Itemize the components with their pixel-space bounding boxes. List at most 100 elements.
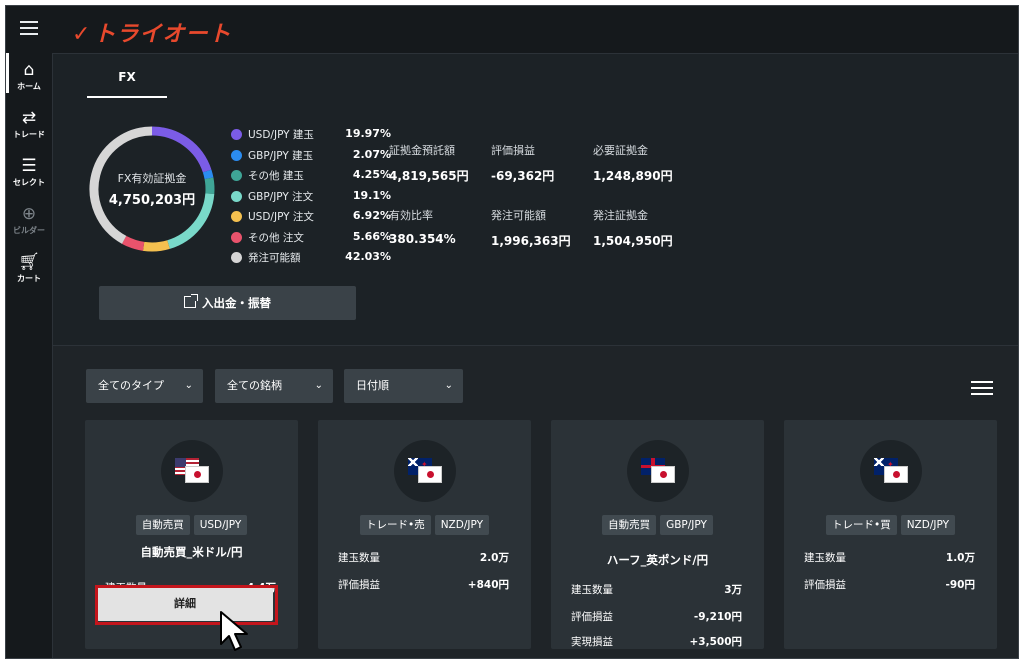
stat-value: 1,248,890円 [593,169,673,183]
stat-value: 380.354% [389,232,456,246]
currency-pair-tag: NZD/JPY [434,515,489,535]
chevron-down-icon: ⌄ [444,380,453,391]
sidebar-item-label: ビルダー [13,226,45,235]
stat-label: 有効比率 [389,209,433,222]
legend-item: GBP/JPY 建玉 2.07% [231,147,391,168]
list-view-icon[interactable] [971,381,993,395]
deposit-button-label: 入出金・振替 [202,296,271,310]
cart-icon: 🛒︎ [18,252,40,272]
strategy-card[interactable]: トレード•売NZD/JPY 建玉数量 2.0万 評価損益 +840円 [318,420,531,649]
stat-label: 証拠金預託額 [389,144,455,157]
row-key: 評価損益 [804,579,846,591]
sidebar-item-select[interactable]: ☰ セレクト [6,157,52,188]
top-bar: ✓トライオート [6,6,1018,54]
legend-item: その他 建玉 4.25% [231,167,391,188]
symbol-filter-select[interactable]: 全ての銘柄 ⌄ [215,369,333,403]
sort-value: 日付順 [356,379,389,392]
legend-name: GBP/JPY 注文 [248,190,314,203]
japan-flag-icon [651,466,675,483]
row-key: 実現損益 [571,636,613,648]
donut-segment [121,235,145,251]
legend-dot [231,252,242,263]
chevron-down-icon: ⌄ [314,380,323,391]
home-icon: ⌂ [23,60,35,80]
legend-item: USD/JPY 注文 6.92% [231,208,391,229]
legend-item: USD/JPY 建玉 19.97% [231,126,391,147]
stat-value: 4,819,565円 [389,169,469,183]
stat-label: 評価損益 [491,144,535,157]
legend-pct: 4.25% [352,168,391,181]
card-tags: トレード•買 NZD/JPY [784,515,997,535]
deposit-transfer-button[interactable]: 入出金・振替 [99,286,356,320]
card-tags: 自動売買 USD/JPY [85,515,298,535]
legend-name: USD/JPY 注文 [248,211,314,223]
legend-dot [231,211,242,222]
sidebar-item-label: セレクト [13,178,45,187]
type-filter-select[interactable]: 全てのタイプ ⌄ [86,369,203,403]
stat-value: -69,362円 [491,169,555,183]
legend-name: 発注可能額 [248,252,301,264]
card-tags: 自動売買 GBP/JPY [551,515,764,535]
card-tags: トレード•売 NZD/JPY [318,515,531,535]
currency-pair-flags [161,440,223,502]
legend-dot [231,170,242,181]
mouse-cursor-icon [220,611,248,651]
logo-text: トライオート [93,22,232,47]
app-logo[interactable]: ✓トライオート [72,16,231,48]
legend-dot [231,190,242,202]
trade-type-tag: 自動売買 [135,515,190,535]
stat-deposit: 証拠金預託額 4,819,565円 [389,142,499,184]
legend-item: GBP/JPY 注文 19.1% [231,188,391,209]
sidebar-item-trade[interactable]: ⇄ トレード [6,109,52,140]
legend-pct: 2.07% [352,147,391,161]
sidebar-item-cart[interactable]: 🛒︎ カート [6,253,52,284]
row-key: 建玉数量 [571,584,613,596]
plus-circle-icon: ⊕ [21,204,37,224]
currency-pair-tag: NZD/JPY [900,515,955,535]
stat-value: 1,996,363円 [491,234,571,248]
legend-name: GBP/JPY 建玉 [248,149,314,162]
japan-flag-icon [884,466,908,483]
sidebar: ⌂ ホーム ⇄ トレード ☰ セレクト ⊕ ビルダー 🛒︎ カート [6,53,53,658]
hamburger-menu-icon[interactable] [20,21,38,35]
sidebar-item-label: カート [17,274,41,283]
type-filter-value: 全てのタイプ [98,379,164,392]
tab-fx[interactable]: FX [87,70,167,98]
legend-dot [231,129,242,140]
row-key: 建玉数量 [804,552,846,564]
currency-pair-flags [394,440,456,502]
row-value: +840円 [467,579,509,591]
sidebar-item-home[interactable]: ⌂ ホーム [6,61,52,92]
strategy-card[interactable]: トレード•買NZD/JPY 建玉数量 1.0万 評価損益 -90円 [784,420,997,649]
legend-pct: 42.03% [345,250,391,263]
row-value: 2.0万 [479,552,509,564]
sidebar-item-builder[interactable]: ⊕ ビルダー [6,205,52,236]
legend-pct: 6.92% [352,209,391,222]
sort-select[interactable]: 日付順 ⌄ [344,369,463,403]
japan-flag-icon [418,466,442,483]
legend-name: その他 建玉 [248,170,304,182]
row-value: -90円 [945,579,975,591]
donut-label: FX有効証拠金 [117,172,187,185]
row-key: 評価損益 [571,611,613,623]
legend-pct: 19.97% [345,127,391,140]
stat-label: 必要証拠金 [593,144,648,157]
margin-donut-chart: FX有効証拠金 4,750,203円 [87,124,217,254]
sidebar-item-label: トレード [13,130,45,139]
stat-order-available: 発注可能額 1,996,363円 [491,207,601,249]
row-key: 評価損益 [338,579,380,591]
legend-pct: 5.66% [352,229,391,243]
symbol-filter-value: 全ての銘柄 [227,379,282,392]
stat-value: 1,504,950円 [593,234,673,248]
currency-pair-tag: USD/JPY [193,515,248,535]
japan-flag-icon [185,466,209,483]
app-window: ✓トライオート ⌂ ホーム ⇄ トレード ☰ セレクト ⊕ ビルダー 🛒︎ カー… [5,5,1019,659]
row-value: +3,500円 [689,636,742,648]
trade-type-tag: トレード•売 [360,515,431,535]
legend-item: その他 注文 5.66% [231,229,391,250]
strategy-card[interactable]: 自動売買 GBP/JPY ハーフ_英ポンド/円 建玉数量 3万 評価損益 -9,210… [551,420,764,649]
stat-unrealized-pl: 評価損益 -69,362円 [491,142,601,184]
sidebar-item-label: ホーム [17,82,41,91]
stat-required-margin: 必要証拠金 1,248,890円 [593,142,703,184]
card-title: 自動売買_米ドル/円 [140,545,243,559]
